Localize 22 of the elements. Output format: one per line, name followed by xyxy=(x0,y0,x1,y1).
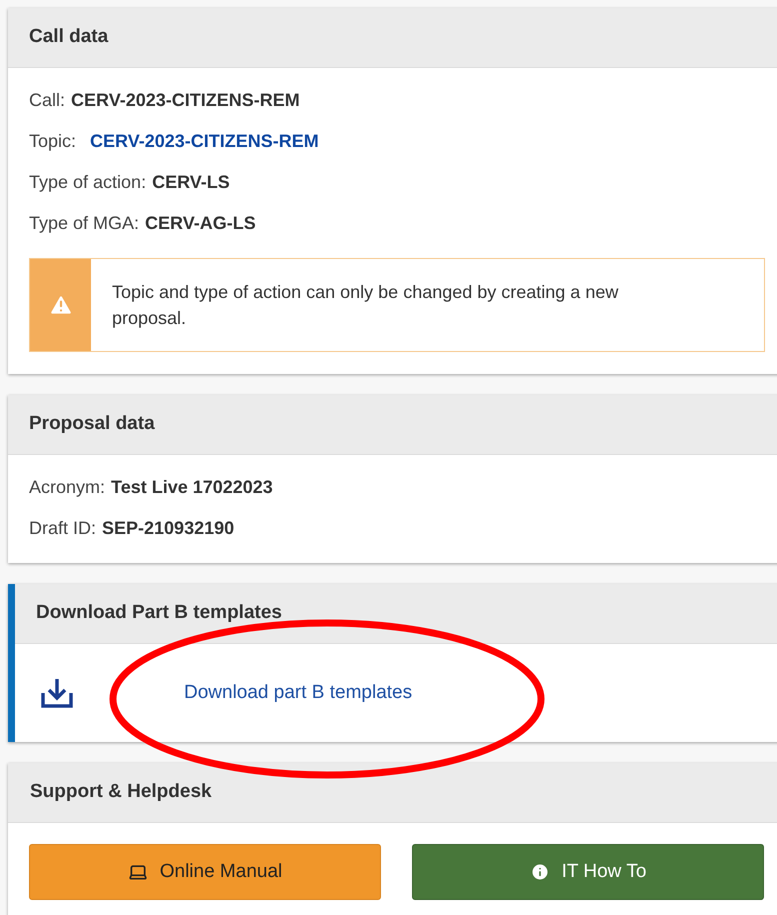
help-button[interactable]: IT How To xyxy=(412,844,764,900)
field-label: Acronym: xyxy=(29,476,106,499)
field-label: Type of MGA: xyxy=(29,212,140,235)
help-button[interactable]: Online Manual xyxy=(29,844,381,900)
field-value: CERV-AG-LS xyxy=(145,212,256,235)
field-label: Call: xyxy=(29,89,66,112)
panel-title: Proposal data xyxy=(29,412,155,436)
field-label: Type of action: xyxy=(29,171,146,194)
info-icon xyxy=(530,862,550,882)
download-templates-link[interactable]: Download part B templates xyxy=(184,678,412,708)
field-value: SEP-210932190 xyxy=(102,517,234,540)
topic-link[interactable]: CERV-2023-CITIZENS-REM xyxy=(90,128,319,155)
field-value: CERV-2023-CITIZENS-REM xyxy=(71,89,300,112)
panel-title: Support & Helpdesk xyxy=(30,780,212,804)
field-label: Draft ID: xyxy=(29,517,96,540)
field-label: Topic: xyxy=(29,130,76,153)
field-value: CERV-LS xyxy=(152,171,230,194)
download-icon xyxy=(40,677,74,709)
field-value: Test Live 17022023 xyxy=(111,476,273,499)
panel-title: Call data xyxy=(29,25,108,50)
panel-title: Download Part B templates xyxy=(36,601,282,626)
warning-message: Topic and type of action can only be changed by creating a new proposal. xyxy=(111,281,620,330)
